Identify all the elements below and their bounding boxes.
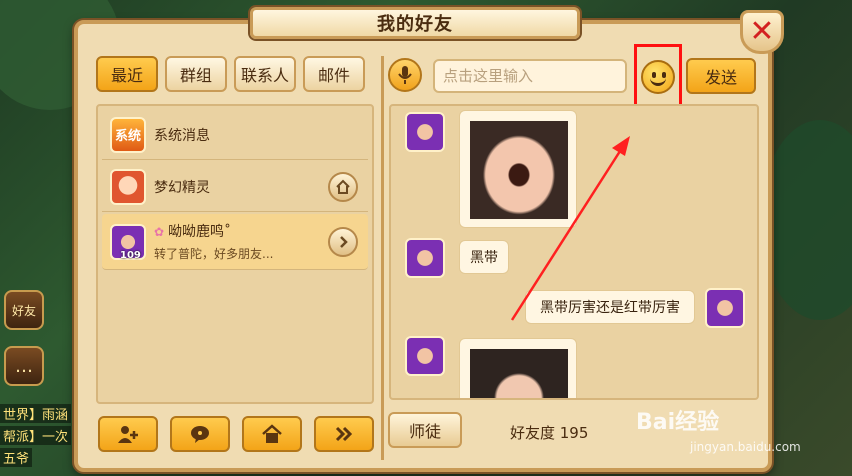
annotation-arrow [510, 136, 630, 321]
